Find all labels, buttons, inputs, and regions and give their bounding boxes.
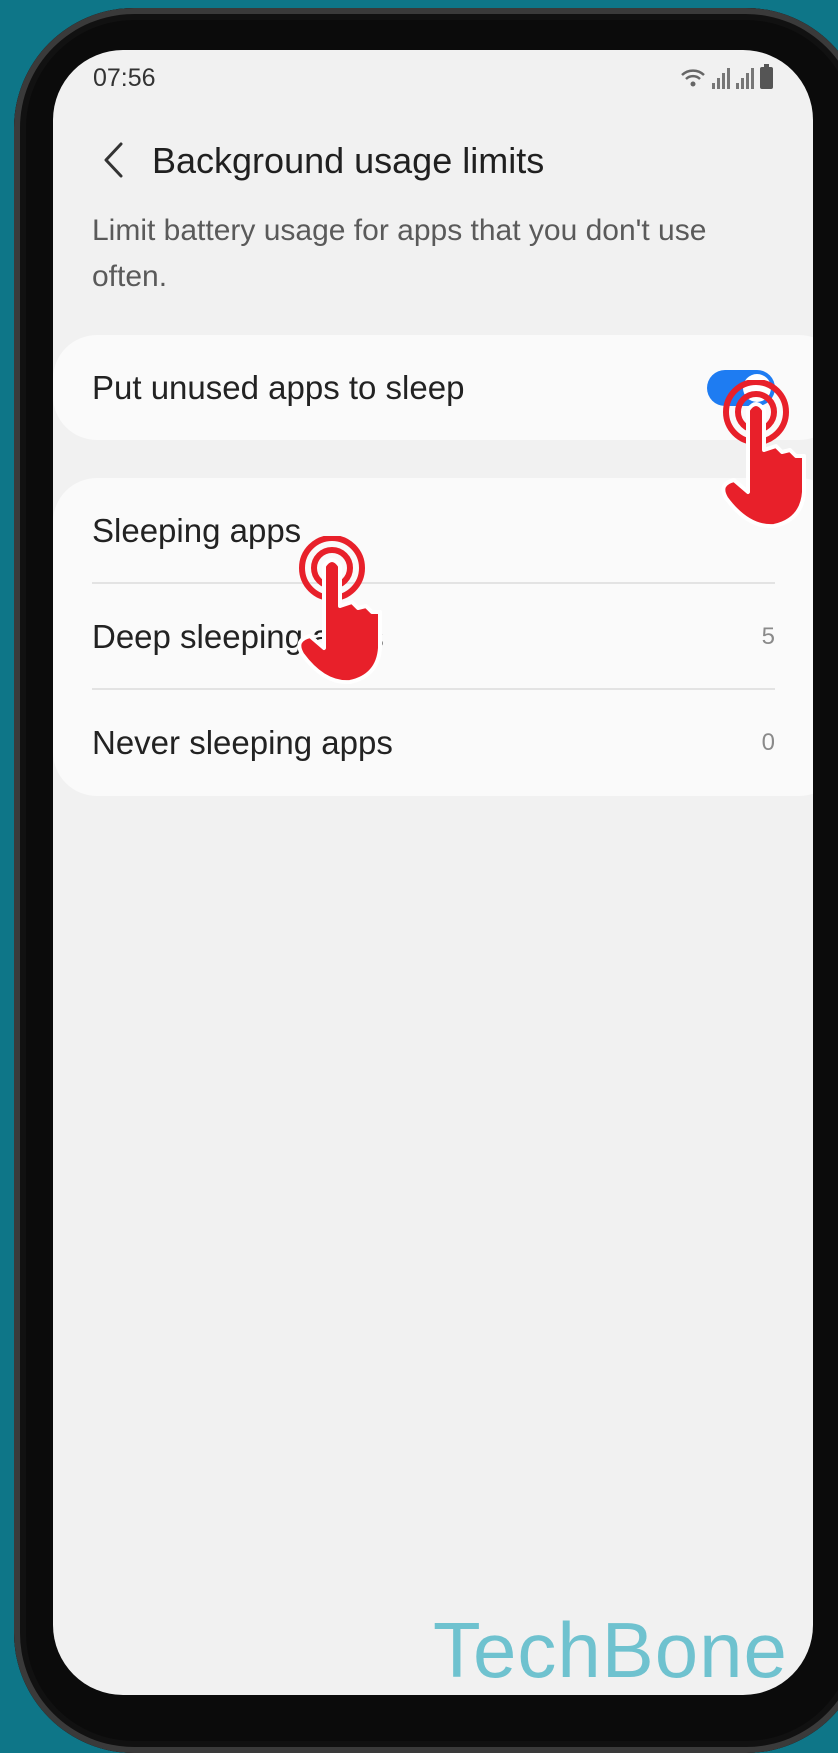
list-item-label: Sleeping apps (92, 512, 302, 549)
status-time: 07:56 (93, 63, 156, 92)
tap-hand-icon (297, 536, 382, 685)
list-item-count: 0 (761, 729, 775, 756)
signal-icon (712, 67, 730, 89)
signal-2-icon (736, 67, 754, 89)
app-bar: Background usage limits (53, 122, 813, 202)
list-item-sleeping-apps[interactable]: Sleeping apps (92, 478, 775, 584)
list-item-never-sleeping-apps[interactable]: Never sleeping apps 0 (92, 690, 775, 796)
back-arrow-icon (104, 142, 123, 178)
phone-screen: 07:56 Background usage limits Limit batt… (53, 50, 813, 1695)
battery-icon (760, 64, 773, 89)
back-button[interactable] (89, 136, 137, 184)
status-bar: 07:56 (93, 58, 773, 98)
list-item-count: 5 (761, 623, 775, 650)
toggle-label: Put unused apps to sleep (92, 368, 465, 406)
page-title: Background usage limits (152, 140, 545, 181)
list-item-label: Never sleeping apps (92, 724, 393, 761)
wifi-icon (681, 69, 705, 87)
list-item-deep-sleeping-apps[interactable]: Deep sleeping apps 5 (92, 584, 775, 690)
description-text: Limit battery usage for apps that you do… (92, 214, 707, 293)
tap-hand-icon (721, 380, 806, 529)
sleep-toggle-card: Put unused apps to sleep (53, 335, 813, 440)
toggle-row[interactable]: Put unused apps to sleep (92, 335, 775, 440)
sleeping-apps-card: Sleeping apps Deep sleeping apps 5 Never… (53, 478, 813, 796)
watermark-logo: TechBone (433, 1606, 788, 1694)
status-icons (680, 64, 773, 89)
